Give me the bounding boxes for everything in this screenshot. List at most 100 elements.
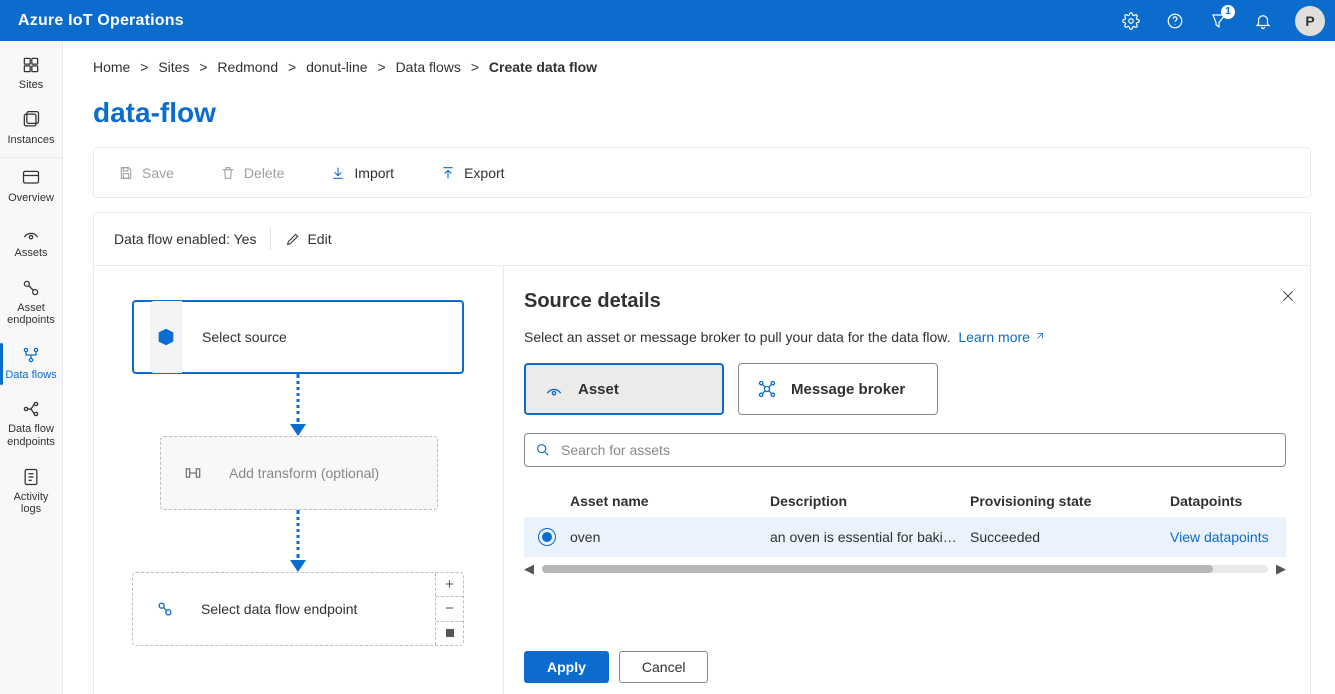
- topbar-icon-group: 1 P: [1111, 1, 1325, 41]
- bell-icon[interactable]: [1243, 1, 1283, 41]
- breadcrumb-link[interactable]: Data flows: [396, 59, 461, 75]
- delete-button: Delete: [210, 159, 294, 187]
- sidebar-item-label: Asset endpoints: [2, 302, 60, 327]
- node-label: Select source: [202, 329, 287, 345]
- tab-asset-label: Asset: [578, 381, 619, 398]
- asset-endpoints-icon: [21, 278, 41, 298]
- gear-icon[interactable]: [1111, 1, 1151, 41]
- asset-table-head: Asset name Description Provisioning stat…: [524, 485, 1286, 517]
- horizontal-scrollbar[interactable]: ◀▶: [524, 563, 1286, 573]
- apply-button[interactable]: Apply: [524, 651, 609, 683]
- breadcrumb-link[interactable]: Home: [93, 59, 130, 75]
- asset-desc-cell: an oven is essential for baki…: [770, 529, 970, 545]
- zoom-in-button[interactable]: +: [436, 573, 463, 597]
- asset-row[interactable]: oven an oven is essential for baki… Succ…: [524, 517, 1286, 557]
- import-label: Import: [354, 165, 394, 181]
- zoom-out-button[interactable]: −: [436, 597, 463, 621]
- data-flows-icon: [21, 345, 41, 365]
- asset-state-cell: Succeeded: [970, 529, 1170, 545]
- sidebar-item-activity-logs[interactable]: Activity logs: [0, 459, 62, 526]
- learn-more-link[interactable]: Learn more: [958, 329, 1045, 345]
- node-select-source[interactable]: Select source: [132, 300, 464, 374]
- import-button[interactable]: Import: [320, 159, 404, 187]
- feedback-icon[interactable]: 1: [1199, 1, 1239, 41]
- sidebar-item-asset-endpoints[interactable]: Asset endpoints: [0, 270, 62, 337]
- sidebar-item-assets[interactable]: Assets: [0, 215, 62, 270]
- breadcrumb-link[interactable]: Sites: [158, 59, 189, 75]
- avatar[interactable]: P: [1295, 6, 1325, 36]
- action-row: Apply Cancel: [524, 651, 1286, 683]
- transform-icon: [161, 436, 209, 510]
- col-datapoints: Datapoints: [1170, 493, 1286, 509]
- top-bar: Azure IoT Operations 1 P: [0, 0, 1335, 41]
- left-sidebar: Sites Instances Overview Assets Asset en…: [0, 41, 63, 694]
- fit-view-button[interactable]: [436, 622, 463, 645]
- help-icon[interactable]: [1155, 1, 1195, 41]
- breadcrumb-current: Create data flow: [489, 59, 597, 75]
- sidebar-item-label: Data flows: [5, 369, 56, 382]
- sidebar-item-label: Activity logs: [2, 491, 60, 516]
- sidebar-item-overview[interactable]: Overview: [0, 160, 62, 215]
- page-title: data-flow: [93, 97, 1311, 129]
- sidebar-item-instances[interactable]: Instances: [0, 102, 62, 159]
- sidebar-item-label: Sites: [19, 79, 43, 92]
- sites-icon: [21, 55, 41, 75]
- sidebar-item-label: Instances: [7, 134, 54, 147]
- node-add-transform[interactable]: Add transform (optional): [160, 436, 438, 510]
- sidebar-item-label: Overview: [8, 192, 54, 205]
- flow-panel: Data flow enabled: Yes Edit Select sourc…: [93, 212, 1311, 694]
- close-icon[interactable]: [1280, 288, 1296, 307]
- node-label: Select data flow endpoint: [201, 601, 357, 617]
- tab-asset[interactable]: Asset: [524, 363, 724, 415]
- col-asset-name: Asset name: [570, 493, 770, 509]
- main-content: Home > Sites > Redmond > donut-line > Da…: [63, 41, 1335, 694]
- separator: [270, 228, 271, 250]
- sidebar-item-label: Data flow endpoints: [2, 423, 60, 448]
- asset-search-box[interactable]: [524, 433, 1286, 467]
- node-label: Add transform (optional): [229, 465, 379, 481]
- breadcrumb: Home > Sites > Redmond > donut-line > Da…: [93, 59, 1311, 75]
- sidebar-item-data-flow-endpoints[interactable]: Data flow endpoints: [0, 391, 62, 458]
- breadcrumb-link[interactable]: donut-line: [306, 59, 368, 75]
- col-description: Description: [770, 493, 970, 509]
- asset-table: Asset name Description Provisioning stat…: [524, 485, 1286, 573]
- flow-connector: [132, 510, 464, 572]
- product-name: Azure IoT Operations: [18, 12, 184, 30]
- sidebar-item-sites[interactable]: Sites: [0, 47, 62, 102]
- export-label: Export: [464, 165, 504, 181]
- flow-canvas: Select source Add transform (optional) S…: [94, 266, 504, 694]
- enabled-label: Data flow enabled:: [114, 231, 230, 247]
- search-icon: [535, 442, 551, 458]
- cancel-button[interactable]: Cancel: [619, 651, 709, 683]
- breadcrumb-sep: >: [140, 59, 148, 75]
- tab-message-broker[interactable]: Message broker: [738, 363, 938, 415]
- source-type-tabs: Asset Message broker: [524, 363, 1286, 415]
- data-flow-endpoints-icon: [21, 399, 41, 419]
- toolbar: Save Delete Import Export: [93, 147, 1311, 198]
- details-title: Source details: [524, 290, 1286, 313]
- enabled-value: Yes: [234, 231, 257, 247]
- breadcrumb-sep: >: [471, 59, 479, 75]
- notification-badge: 1: [1221, 5, 1235, 19]
- flow-connector: [132, 374, 464, 436]
- sidebar-item-data-flows[interactable]: Data flows: [0, 337, 62, 392]
- box-icon: [134, 300, 182, 374]
- edit-button[interactable]: Edit: [285, 231, 331, 247]
- view-datapoints-link[interactable]: View datapoints: [1170, 529, 1286, 545]
- canvas-controls: + −: [435, 573, 463, 645]
- save-label: Save: [142, 165, 174, 181]
- save-button: Save: [108, 159, 184, 187]
- tab-broker-label: Message broker: [791, 381, 905, 398]
- overview-icon: [21, 168, 41, 188]
- breadcrumb-link[interactable]: Redmond: [217, 59, 278, 75]
- export-button[interactable]: Export: [430, 159, 514, 187]
- breadcrumb-sep: >: [377, 59, 385, 75]
- edit-label: Edit: [307, 231, 331, 247]
- source-details-panel: Source details Select an asset or messag…: [504, 266, 1310, 694]
- endpoint-icon: [133, 572, 181, 646]
- assets-icon: [21, 223, 41, 243]
- instances-icon: [21, 110, 41, 130]
- asset-search-input[interactable]: [561, 442, 1275, 458]
- node-select-endpoint[interactable]: Select data flow endpoint + −: [132, 572, 464, 646]
- asset-radio[interactable]: [538, 528, 556, 546]
